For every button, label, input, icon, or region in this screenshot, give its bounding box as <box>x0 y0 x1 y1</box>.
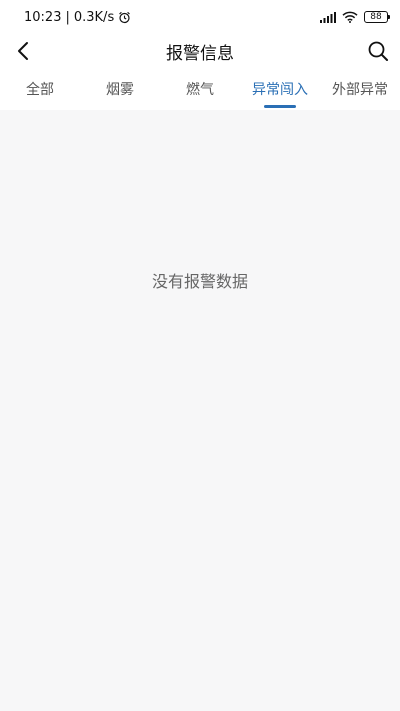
status-separator: | <box>65 9 70 25</box>
page-title: 报警信息 <box>166 43 234 64</box>
tab-label: 烟雾 <box>106 82 134 98</box>
status-bar: 10:23 | 0.3K/s 88 <box>0 0 400 34</box>
back-arrow-icon[interactable] <box>12 39 36 63</box>
alarm-icon <box>119 11 131 23</box>
wifi-icon <box>342 11 358 23</box>
battery-level: 88 <box>370 12 382 22</box>
battery-icon: 88 <box>364 11 390 23</box>
alarm-list-area[interactable]: 没有报警数据 <box>0 110 400 711</box>
status-right: 88 <box>320 11 390 23</box>
search-icon[interactable] <box>366 39 390 63</box>
tab-smoke[interactable]: 烟雾 <box>80 68 160 110</box>
tab-label: 外部异常 <box>332 82 388 98</box>
tab-intrusion[interactable]: 异常闯入 <box>240 68 320 110</box>
status-time: 10:23 <box>24 9 62 25</box>
tab-external-abnormal[interactable]: 外部异常 <box>320 68 400 110</box>
empty-state-message: 没有报警数据 <box>151 272 248 291</box>
tab-label: 异常闯入 <box>252 82 308 98</box>
alarm-type-tabs: 全部 烟雾 燃气 异常闯入 外部异常 <box>0 68 400 110</box>
status-network-speed: 0.3K/s <box>73 9 115 25</box>
tab-gas[interactable]: 燃气 <box>160 68 240 110</box>
tab-label: 全部 <box>26 82 54 98</box>
status-left: 10:23 | 0.3K/s <box>24 10 131 25</box>
tab-label: 燃气 <box>186 82 214 98</box>
tab-all[interactable]: 全部 <box>0 68 80 110</box>
app-header: 报警信息 <box>0 34 400 68</box>
signal-icon <box>320 11 336 23</box>
